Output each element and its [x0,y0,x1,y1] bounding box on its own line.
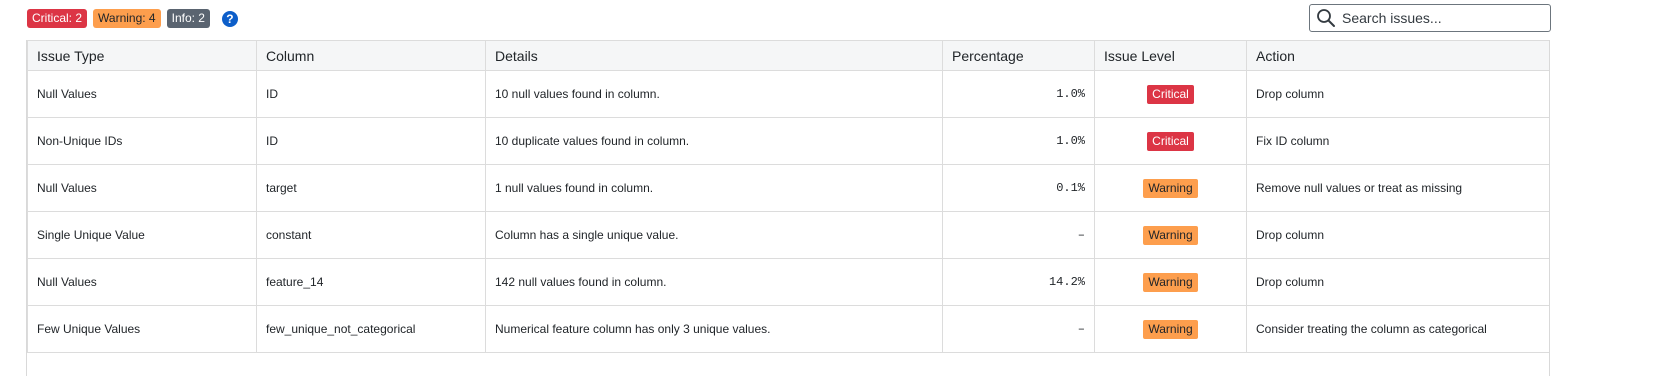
percentage-cell: 0.1% [942,164,1095,212]
summary-badges: Critical: 2 Warning: 4 Info: 2 ? [27,9,238,28]
issue-level-badge: Warning [1143,319,1198,339]
header-issue-type[interactable]: Issue Type [27,40,257,71]
header-issue-level[interactable]: Issue Level [1094,40,1247,71]
issue-level-badge: Critical [1147,84,1194,104]
warning-count-badge[interactable]: Warning: 4 [93,9,161,28]
search-input[interactable] [1342,10,1542,26]
issue-level-badge: Warning [1143,225,1198,245]
issue-type-cell: Single Unique Value [27,211,257,259]
header-column[interactable]: Column [256,40,486,71]
action-cell: Drop column [1246,70,1549,118]
issue-level-cell: Critical [1094,70,1247,118]
table-row: Single Unique Value constant Column has a … [27,211,1549,259]
details-cell: 142 null values found in column. [485,258,943,306]
action-cell: Drop column [1246,258,1549,306]
issue-type-cell: Non-Unique IDs [27,117,257,165]
toolbar: Critical: 2 Warning: 4 Info: 2 ? [0,0,1660,38]
action-cell: Remove null values or treat as missing [1246,164,1549,212]
issues-table-container[interactable]: Issue Type Column Details Percentage Iss… [26,40,1550,376]
header-percentage[interactable]: Percentage [942,40,1095,71]
column-cell: constant [256,211,486,259]
percentage-cell: 14.2% [942,258,1095,306]
issue-level-badge: Warning [1143,272,1198,292]
table-row: Null Values feature_14 142 null values fou… [27,258,1549,306]
issue-level-badge: Warning [1143,178,1198,198]
column-cell: ID [256,117,486,165]
issue-level-badge: Critical [1147,131,1194,151]
search-icon [1317,9,1335,27]
column-cell: few_unique_not_categorical [256,305,486,353]
header-details[interactable]: Details [485,40,943,71]
issue-type-cell: Null Values [27,70,257,118]
percentage-cell: 1.0% [942,70,1095,118]
issue-type-cell: Null Values [27,164,257,212]
action-cell: Drop column [1246,211,1549,259]
issues-table: Issue Type Column Details Percentage Iss… [27,40,1549,353]
help-icon[interactable]: ? [221,10,238,27]
issue-level-cell: Warning [1094,305,1247,353]
issue-type-cell: Few Unique Values [27,305,257,353]
table-row: Non-Unique IDs ID 10 duplicate values foun… [27,117,1549,165]
issue-type-cell: Null Values [27,258,257,306]
table-row: Null Values target 1 null values found in … [27,164,1549,212]
details-cell: 10 duplicate values found in column. [485,117,943,165]
info-count-badge[interactable]: Info: 2 [166,9,210,28]
action-cell: Fix ID column [1246,117,1549,165]
header-action[interactable]: Action [1246,40,1549,71]
column-cell: target [256,164,486,212]
details-cell: Column has a single unique value. [485,211,943,259]
action-cell: Consider treating the column as categori… [1246,305,1549,353]
percentage-cell: 1.0% [942,117,1095,165]
percentage-cell: – [942,305,1095,353]
issue-level-cell: Warning [1094,211,1247,259]
percentage-cell: – [942,211,1095,259]
table-body: Null Values ID 10 null values found in col… [27,70,1549,353]
table-header-row: Issue Type Column Details Percentage Iss… [27,40,1549,71]
critical-count-badge[interactable]: Critical: 2 [27,9,88,28]
issue-level-cell: Warning [1094,258,1247,306]
search-box[interactable] [1309,4,1551,32]
issue-level-cell: Critical [1094,117,1247,165]
column-cell: feature_14 [256,258,486,306]
table-row: Few Unique Values few_unique_not_categori… [27,305,1549,353]
issue-level-cell: Warning [1094,164,1247,212]
details-cell: 1 null values found in column. [485,164,943,212]
column-cell: ID [256,70,486,118]
details-cell: Numerical feature column has only 3 uniq… [485,305,943,353]
details-cell: 10 null values found in column. [485,70,943,118]
table-row: Null Values ID 10 null values found in col… [27,70,1549,118]
